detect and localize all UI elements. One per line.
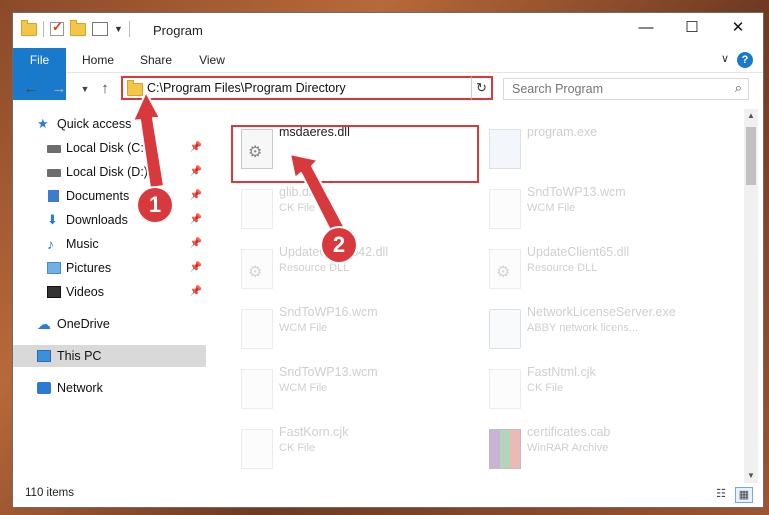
callout-1: 1 xyxy=(138,188,172,222)
arrow-2-icon xyxy=(289,153,347,239)
annotation-arrows xyxy=(132,91,347,239)
arrow-1-icon xyxy=(132,91,165,189)
callout-2: 2 xyxy=(322,228,356,262)
